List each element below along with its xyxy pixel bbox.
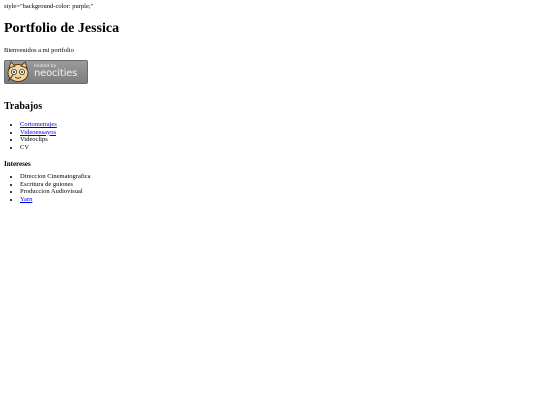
yarn-link[interactable]: Yarn [20,196,32,203]
welcome-text: Bienvenidos a mi portfolio [4,47,74,54]
videoclips-text: Videoclips [20,136,48,143]
list-item: Produccion Audiovisual [20,188,536,196]
cortometrajes-link[interactable]: Cortometrajes [20,121,57,128]
page-body: style="background-color: purple;" Portfo… [0,0,540,206]
escritura-text: Escritura de guiones [20,180,74,188]
trabajos-heading: Trabajos [4,101,43,112]
direccion-text: Direccion Cinematografica [20,173,91,180]
intereses-list: Direccion Cinematografica Escritura de g… [4,173,536,203]
list-item: Escritura de guiones [20,181,536,189]
neocities-cat-icon [7,61,29,82]
list-item: CV [20,144,536,152]
list-item: Yarn [20,196,536,204]
neocities-badge-link[interactable]: hosted by neocities [4,60,88,84]
list-item: Videoclips [20,136,536,144]
videoensayos-link[interactable]: Videoensayos [20,129,56,136]
trabajos-list: Cortometrajes Videoensayos Videoclips CV [4,121,536,151]
list-item: Videoensayos [20,129,536,137]
stray-style-text: style="background-color: purple;" [4,3,94,10]
cv-text: CV [20,143,30,151]
list-item: Direccion Cinematografica [20,173,536,181]
list-item: Cortometrajes [20,121,536,129]
produccion-text: Produccion Audiovisual [20,188,83,195]
page-title: Portfolio de Jessica [4,21,120,36]
badge-brand-text: neocities [34,68,78,80]
intereses-heading: Intereses [4,160,31,168]
